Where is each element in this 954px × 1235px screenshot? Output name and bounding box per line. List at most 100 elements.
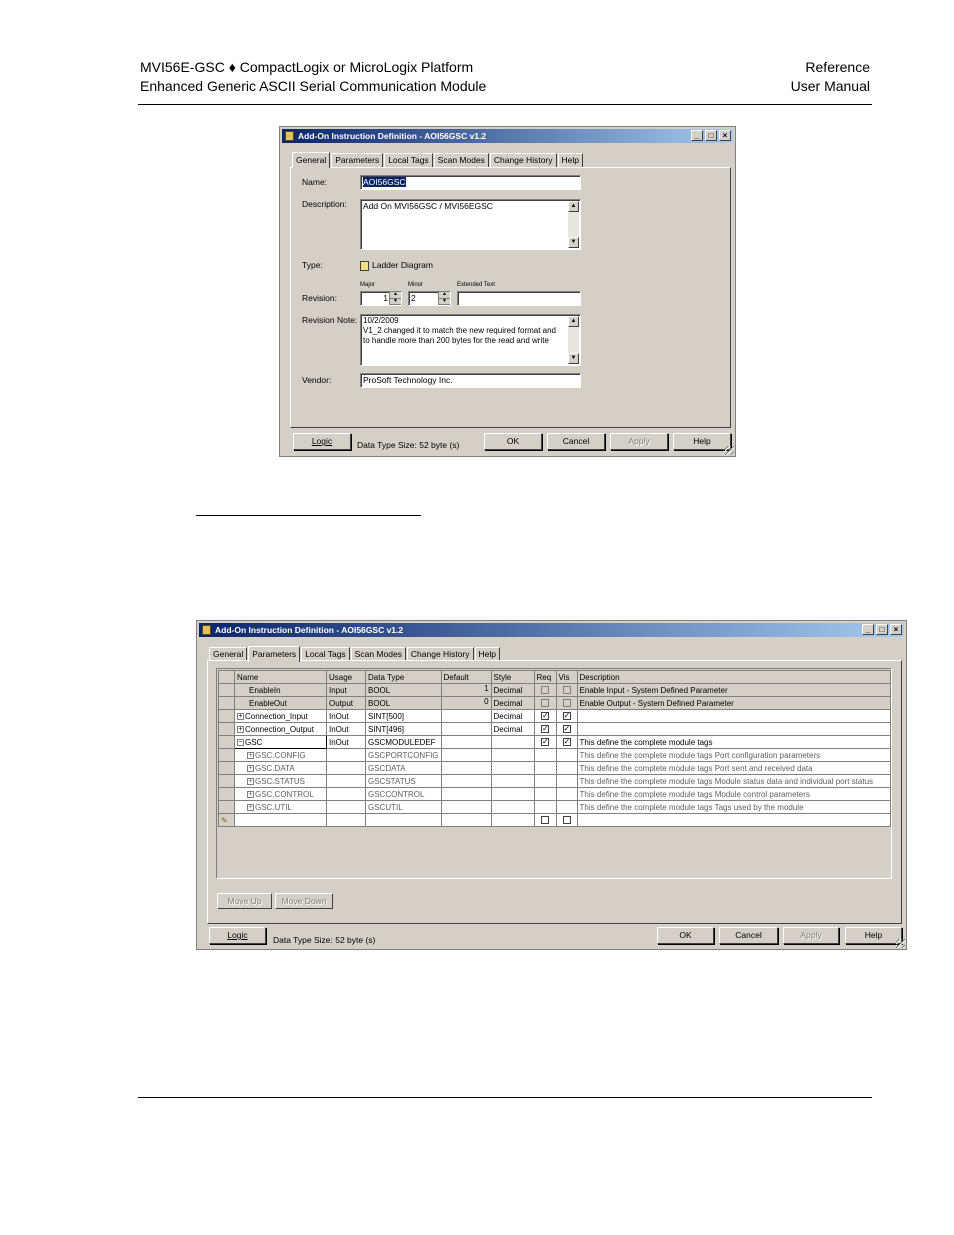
maximize-icon[interactable]: □: [876, 624, 888, 635]
ok-button[interactable]: OK: [657, 927, 714, 944]
param-name[interactable]: + GSC.STATUS: [234, 774, 327, 788]
tab-general[interactable]: General: [209, 647, 248, 661]
help-button[interactable]: Help: [673, 433, 731, 450]
param-name[interactable]: − GSC: [234, 735, 327, 749]
param-req[interactable]: [533, 683, 557, 697]
tab-scan-modes[interactable]: Scan Modes: [350, 647, 406, 661]
param-default[interactable]: [440, 735, 492, 749]
vendor-input[interactable]: ProSoft Technology Inc.: [360, 373, 581, 388]
param-vis[interactable]: [555, 696, 578, 710]
logic-button[interactable]: Logic: [209, 927, 266, 944]
col-req[interactable]: Req: [533, 670, 557, 684]
param-name[interactable]: + Connection_Output: [234, 722, 327, 736]
description-textarea[interactable]: Add On MVI56GSC / MVI56EGSC ▲ ▼: [360, 199, 581, 250]
param-description[interactable]: This define the complete module tags Tag…: [576, 800, 891, 814]
dialog-titlebar[interactable]: Add-On Instruction Definition - AOI56GSC…: [199, 623, 904, 637]
move-up-button[interactable]: Move Up: [217, 893, 272, 909]
param-data-type[interactable]: GSCCONTROL: [365, 787, 442, 801]
tab-scan-modes[interactable]: Scan Modes: [433, 153, 489, 167]
param-description[interactable]: [576, 722, 891, 736]
expand-icon[interactable]: +: [247, 777, 254, 785]
vis-checkbox[interactable]: ✓: [562, 712, 571, 721]
col-usage[interactable]: Usage: [326, 670, 366, 684]
tab-parameters[interactable]: Parameters: [248, 646, 301, 662]
row-header[interactable]: [218, 683, 235, 697]
param-data-type[interactable]: BOOL: [365, 683, 442, 697]
minimize-icon[interactable]: _: [862, 624, 874, 635]
req-checkbox[interactable]: ✓: [541, 712, 550, 721]
param-data-type[interactable]: SINT[496]: [365, 722, 442, 736]
param-style[interactable]: [490, 800, 535, 814]
param-style[interactable]: [490, 787, 535, 801]
param-req[interactable]: ✓: [533, 722, 557, 736]
tab-local-tags[interactable]: Local Tags: [301, 647, 350, 661]
param-data-type[interactable]: GSCDATA: [365, 761, 442, 775]
revision-note-textarea[interactable]: 10/2/2009 V1_2 changed it to match the n…: [360, 314, 581, 366]
param-style[interactable]: Decimal: [490, 696, 535, 710]
scroll-up-icon[interactable]: ▲: [568, 316, 579, 327]
param-default[interactable]: 0: [440, 696, 492, 710]
dialog-titlebar[interactable]: Add-On Instruction Definition - AOI56GSC…: [282, 129, 733, 143]
param-usage[interactable]: [326, 800, 366, 814]
param-default[interactable]: [440, 800, 492, 814]
param-default[interactable]: [440, 761, 492, 775]
param-style[interactable]: Decimal: [490, 683, 535, 697]
tab-help[interactable]: Help: [474, 647, 500, 661]
param-description[interactable]: [576, 709, 891, 723]
vis-checkbox[interactable]: [562, 699, 571, 708]
row-header[interactable]: [218, 735, 235, 749]
param-req[interactable]: [533, 787, 557, 801]
expand-icon[interactable]: +: [247, 790, 254, 798]
vis-checkbox[interactable]: [562, 816, 571, 825]
row-header[interactable]: [218, 696, 235, 710]
expand-icon[interactable]: +: [237, 725, 244, 733]
ok-button[interactable]: OK: [484, 433, 542, 450]
name-input[interactable]: AOI56GSC: [360, 175, 581, 190]
param-name[interactable]: + GSC.DATA: [234, 761, 327, 775]
table-row[interactable]: + GSC.DATA GSCDATA This define the complete…: [218, 761, 891, 775]
resize-grip-icon[interactable]: [896, 939, 905, 948]
param-vis[interactable]: ✓: [555, 722, 578, 736]
vis-checkbox[interactable]: ✓: [562, 738, 571, 747]
col-data-type[interactable]: Data Type: [365, 670, 442, 684]
resize-grip-icon[interactable]: [725, 446, 734, 455]
param-data-type[interactable]: GSCUTIL: [365, 800, 442, 814]
param-name[interactable]: + Connection_Input: [234, 709, 327, 723]
param-style[interactable]: [490, 774, 535, 788]
param-vis[interactable]: ✓: [555, 709, 578, 723]
param-data-type[interactable]: GSCMODULEDEF: [365, 735, 442, 749]
vis-checkbox[interactable]: [562, 686, 571, 695]
param-default[interactable]: [440, 774, 492, 788]
param-default[interactable]: 1: [440, 683, 492, 697]
tab-help[interactable]: Help: [557, 153, 583, 167]
param-req[interactable]: [533, 774, 557, 788]
move-down-button[interactable]: Move Down: [275, 893, 333, 909]
param-default[interactable]: [440, 722, 492, 736]
table-row[interactable]: + Connection_Input InOut SINT[500] Decimal ✓ ✓: [218, 709, 891, 723]
table-row[interactable]: + Connection_Output InOut SINT[496] Decimal ✓…: [218, 722, 891, 736]
table-row[interactable]: + GSC.CONTROL GSCCONTROL This define the co…: [218, 787, 891, 801]
param-vis[interactable]: [555, 761, 578, 775]
minimize-icon[interactable]: _: [691, 130, 703, 141]
param-data-type[interactable]: GSCSTATUS: [365, 774, 442, 788]
param-req[interactable]: [533, 800, 557, 814]
table-row[interactable]: − GSC InOut GSCMODULEDEF ✓ ✓ This define the c…: [218, 735, 891, 749]
tab-local-tags[interactable]: Local Tags: [384, 153, 433, 167]
collapse-icon[interactable]: −: [237, 738, 244, 746]
param-description[interactable]: This define the complete module tags Por…: [576, 748, 891, 762]
table-row[interactable]: + GSC.UTIL GSCUTIL This define the complete…: [218, 800, 891, 814]
param-style[interactable]: Decimal: [490, 709, 535, 723]
param-description[interactable]: This define the complete module tags Mod…: [576, 774, 891, 788]
req-checkbox[interactable]: ✓: [541, 725, 550, 734]
param-style[interactable]: [490, 761, 535, 775]
param-usage[interactable]: InOut: [326, 722, 366, 736]
row-header[interactable]: [218, 748, 235, 762]
param-usage[interactable]: [326, 748, 366, 762]
param-req[interactable]: ✓: [533, 709, 557, 723]
tab-change-history[interactable]: Change History: [489, 153, 557, 167]
req-checkbox[interactable]: [541, 816, 550, 825]
scroll-down-icon[interactable]: ▼: [568, 237, 579, 248]
expand-icon[interactable]: +: [247, 764, 254, 772]
param-style[interactable]: [490, 735, 535, 749]
param-name[interactable]: + GSC.UTIL: [234, 800, 327, 814]
